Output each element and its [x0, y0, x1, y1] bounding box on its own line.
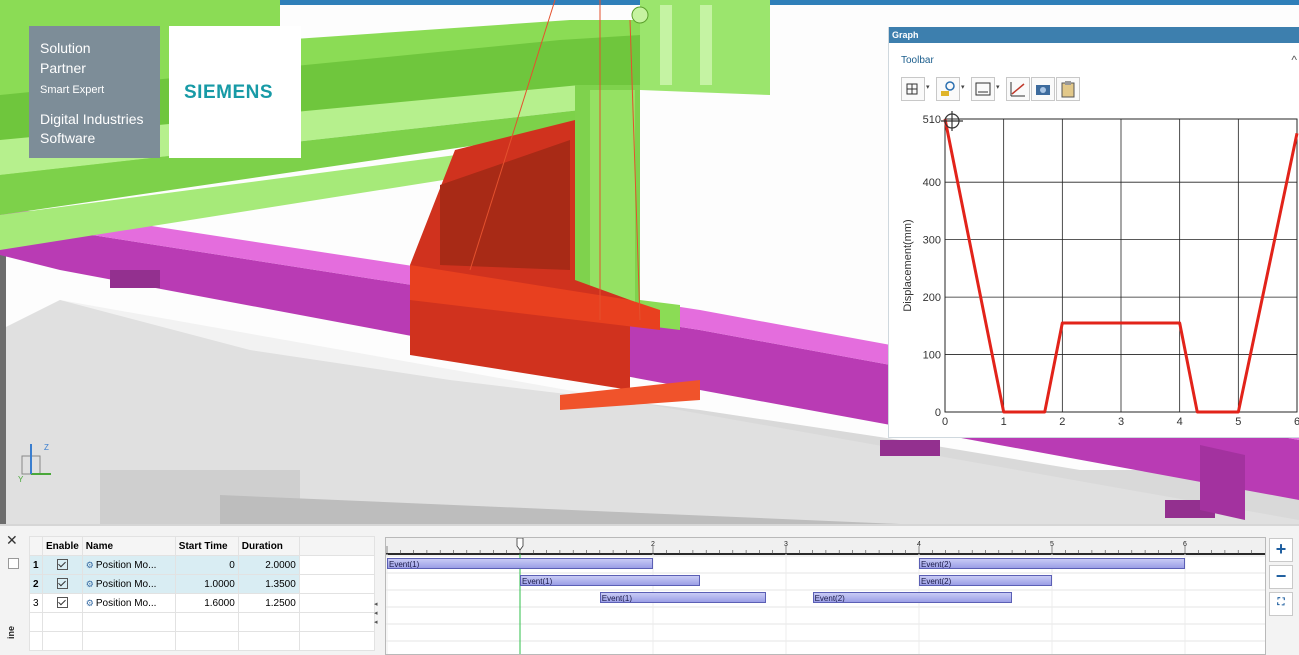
start-time-cell[interactable]: 1.6000: [175, 594, 238, 613]
graph-title: Graph: [889, 27, 1299, 43]
probe-dropdown-icon[interactable]: ▾: [961, 83, 965, 91]
position-operation-icon: ⚙: [86, 598, 94, 609]
siemens-logo: SIEMENS: [169, 26, 301, 158]
x-tick-label: 2: [1059, 416, 1065, 428]
remove-button[interactable]: −: [1269, 565, 1293, 589]
table-header: Enable Name Start Time Duration: [30, 537, 375, 556]
badge-line-1: Solution: [40, 40, 91, 56]
event-bar[interactable]: Event(2): [813, 592, 1013, 603]
fit-icon[interactable]: [971, 77, 995, 101]
ruler-label: 3: [784, 541, 788, 548]
displacement-chart[interactable]: 0 1 2 3 4 5 6 0 100 200 300 400 510 Displacement(mm): [889, 107, 1299, 435]
svg-text:Z: Z: [44, 443, 49, 452]
ruler-label: 4: [917, 541, 921, 548]
enable-checkbox[interactable]: [57, 597, 68, 608]
select-all-checkbox[interactable]: [8, 558, 19, 569]
start-time-cell[interactable]: 1.0000: [175, 575, 238, 594]
y-tick-label: 0: [935, 407, 941, 419]
badge-line-3: Smart Expert: [40, 84, 104, 96]
close-icon[interactable]: ✕: [6, 532, 18, 549]
event-bar[interactable]: Event(1): [520, 575, 700, 586]
start-time-cell[interactable]: 0: [175, 556, 238, 575]
clipboard-icon[interactable]: [1056, 77, 1080, 101]
probe-icon[interactable]: [936, 77, 960, 101]
col-name[interactable]: Name: [82, 537, 175, 556]
col-duration[interactable]: Duration: [238, 537, 299, 556]
event-bar[interactable]: Event(2): [919, 558, 1185, 569]
ruler-label: 2: [651, 541, 655, 548]
siemens-logo-text: SIEMENS: [184, 82, 273, 104]
x-tick-label: 6: [1294, 416, 1299, 428]
y-tick-label: 100: [923, 350, 941, 362]
panel-side-label: ine: [6, 626, 16, 639]
x-tick-label: 5: [1235, 416, 1241, 428]
ruler-label: 6: [1183, 541, 1187, 548]
svg-text:Y: Y: [18, 475, 24, 484]
table-scroll-arrows[interactable]: ◂◂◂: [374, 600, 378, 627]
operation-name: Position Mo...: [96, 560, 157, 571]
event-bar[interactable]: Event(1): [387, 558, 653, 569]
row-index: 2: [30, 575, 43, 594]
row-index: 3: [30, 594, 43, 613]
col-enable[interactable]: Enable: [43, 537, 83, 556]
operation-name: Position Mo...: [96, 579, 157, 590]
y-tick-label: 200: [923, 292, 941, 304]
line-style-icon[interactable]: [1006, 77, 1030, 101]
event-bar[interactable]: Event(2): [919, 575, 1052, 586]
y-tick-label: 400: [923, 177, 941, 189]
graph-panel[interactable]: Graph Toolbar ^ ▾ ▾ ▾ 0 1 2 3 4 5 6 0 100 200 300 4…: [888, 27, 1299, 438]
x-tick-label: 1: [1001, 416, 1007, 428]
event-bar[interactable]: Event(1): [600, 592, 766, 603]
badge-line-4: Digital Industries: [40, 111, 144, 127]
enable-checkbox[interactable]: [57, 578, 68, 589]
y-axis-label: Displacement(mm): [902, 219, 914, 311]
x-tick-label: 4: [1177, 416, 1183, 428]
enable-checkbox[interactable]: [57, 559, 68, 570]
badge-line-5: Software: [40, 130, 95, 146]
y-tick-label: 300: [923, 235, 941, 247]
add-button[interactable]: +: [1269, 538, 1293, 562]
fit-dropdown-icon[interactable]: ▾: [996, 83, 1000, 91]
duration-cell[interactable]: 1.3500: [238, 575, 299, 594]
table-icon[interactable]: [901, 77, 925, 101]
table-row[interactable]: 1 ⚙Position Mo... 0 2.0000: [30, 556, 375, 575]
operation-name: Position Mo...: [96, 598, 157, 609]
camera-icon[interactable]: [1031, 77, 1055, 101]
col-start-time[interactable]: Start Time: [175, 537, 238, 556]
duration-cell[interactable]: 1.2500: [238, 594, 299, 613]
table-row[interactable]: 3 ⚙Position Mo... 1.6000 1.2500: [30, 594, 375, 613]
table-row[interactable]: 2 ⚙Position Mo... 1.0000 1.3500: [30, 575, 375, 594]
row-index: 1: [30, 556, 43, 575]
toolbar-label[interactable]: Toolbar: [901, 55, 934, 66]
operations-table: Enable Name Start Time Duration 1 ⚙Posit…: [29, 536, 375, 651]
position-operation-icon: ⚙: [86, 560, 94, 571]
y-tick-label: 510: [923, 114, 941, 126]
gantt-timeline[interactable]: 2 3 4 5 6 Event(1) Event(2) Event(1) Event(2) Ev…: [385, 537, 1266, 655]
table-dropdown-icon[interactable]: ▾: [926, 83, 930, 91]
x-tick-label: 3: [1118, 416, 1124, 428]
badge-line-2: Partner: [40, 60, 86, 76]
x-tick-label: 0: [942, 416, 948, 428]
duration-cell[interactable]: 2.0000: [238, 556, 299, 575]
fit-view-icon[interactable]: ⛶: [1269, 592, 1293, 616]
solution-partner-badge: Solution Partner Smart Expert Digital In…: [29, 26, 160, 158]
view-triad-icon[interactable]: Z Y: [18, 440, 58, 485]
ruler-label: 5: [1050, 541, 1054, 548]
position-operation-icon: ⚙: [86, 579, 94, 590]
chevron-up-icon[interactable]: ^: [1291, 53, 1297, 67]
